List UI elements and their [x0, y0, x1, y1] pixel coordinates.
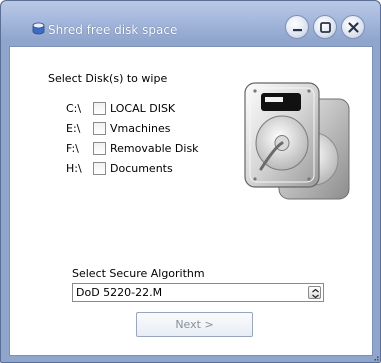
close-icon: [348, 22, 359, 33]
hard-drives-icon: [244, 82, 350, 200]
close-button[interactable]: [341, 15, 365, 39]
disk-label[interactable]: Documents: [110, 162, 173, 175]
window-title: Shred free disk space: [48, 23, 178, 37]
title-bar[interactable]: Shred free disk space: [1, 1, 380, 41]
dropdown-spinner-icon[interactable]: [308, 286, 321, 299]
algorithm-selected-value: DoD 5220-22.M: [76, 286, 163, 299]
disk-checkbox-c[interactable]: [93, 102, 106, 115]
resize-grip-icon[interactable]: [373, 355, 379, 361]
disk-checkbox-e[interactable]: [93, 122, 106, 135]
algorithm-label: Select Secure Algorithm: [72, 267, 205, 280]
disk-label[interactable]: Vmachines: [110, 122, 171, 135]
disk-label[interactable]: Removable Disk: [110, 142, 199, 155]
algorithm-select[interactable]: DoD 5220-22.M: [72, 283, 324, 302]
disk-letter: E:\: [66, 122, 81, 135]
select-disks-heading: Select Disk(s) to wipe: [48, 72, 168, 85]
disk-letter: F:\: [66, 142, 79, 155]
dialog-content: Select Disk(s) to wipe C:\ LOCAL DISK E:…: [9, 46, 373, 356]
disk-label[interactable]: LOCAL DISK: [110, 102, 175, 115]
next-button[interactable]: Next >: [136, 312, 253, 337]
disk-letter: H:\: [66, 162, 82, 175]
minimize-button[interactable]: [285, 15, 309, 39]
maximize-icon: [320, 22, 331, 33]
maximize-button[interactable]: [313, 15, 337, 39]
disk-letter: C:\: [66, 102, 82, 115]
shred-window: Shred free disk space Select Disk(s) to …: [0, 0, 381, 363]
disk-checkbox-h[interactable]: [93, 162, 106, 175]
disk-shredder-icon: [32, 22, 45, 35]
disk-checkbox-f[interactable]: [93, 142, 106, 155]
minimize-icon: [293, 29, 302, 32]
